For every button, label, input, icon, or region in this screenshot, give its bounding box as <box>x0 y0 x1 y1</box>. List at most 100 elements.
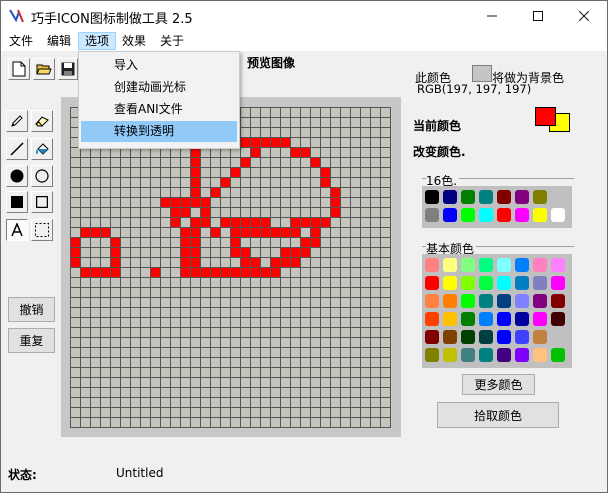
basic-color-swatch[interactable] <box>461 258 475 272</box>
painted-pixel <box>240 267 250 277</box>
basic-color-swatch[interactable] <box>443 276 457 290</box>
palette16-swatch[interactable] <box>443 208 457 222</box>
menu-item-convert-transparent[interactable]: 转换到透明 <box>81 121 237 142</box>
basic-color-swatch[interactable] <box>533 276 547 290</box>
basic-color-swatch[interactable] <box>479 276 493 290</box>
basic-color-swatch[interactable] <box>425 294 439 308</box>
basic-color-swatch[interactable] <box>533 294 547 308</box>
basic-color-swatch[interactable] <box>497 348 511 362</box>
basic-color-swatch[interactable] <box>533 312 547 326</box>
painted-pixel <box>80 267 90 277</box>
basic-color-swatch[interactable] <box>497 330 511 344</box>
palette16-swatch[interactable] <box>533 190 547 204</box>
basic-color-swatch[interactable] <box>479 348 493 362</box>
basic-color-swatch[interactable] <box>515 312 529 326</box>
palette16-swatch[interactable] <box>533 208 547 222</box>
basic-color-swatch[interactable] <box>551 294 565 308</box>
open-button[interactable] <box>33 58 55 80</box>
menu-effects[interactable]: 效果 <box>116 32 152 50</box>
palette16-swatch[interactable] <box>551 190 565 204</box>
basic-color-swatch[interactable] <box>515 330 529 344</box>
save-button[interactable] <box>58 58 78 80</box>
maximize-button[interactable] <box>515 1 561 31</box>
basic-color-swatch[interactable] <box>443 348 457 362</box>
basic-color-swatch[interactable] <box>515 294 529 308</box>
palette16-swatch[interactable] <box>479 190 493 204</box>
basic-color-swatch[interactable] <box>515 258 529 272</box>
basic-color-swatch[interactable] <box>515 348 529 362</box>
tool-rect[interactable] <box>31 191 53 213</box>
basic-color-swatch[interactable] <box>533 330 547 344</box>
palette16-swatch[interactable] <box>479 208 493 222</box>
basic-color-swatch[interactable] <box>461 348 475 362</box>
basic-color-swatch[interactable] <box>443 258 457 272</box>
tool-line[interactable] <box>6 138 28 160</box>
basic-color-swatch[interactable] <box>461 330 475 344</box>
new-button[interactable] <box>8 58 30 80</box>
tool-pencil[interactable] <box>6 110 28 132</box>
palette16-swatch[interactable] <box>497 208 511 222</box>
basic-color-swatch[interactable] <box>479 330 493 344</box>
tool-ellipse[interactable] <box>31 165 53 187</box>
basic-color-swatch[interactable] <box>461 294 475 308</box>
tool-text[interactable] <box>6 219 28 241</box>
menu-edit[interactable]: 编辑 <box>41 32 77 50</box>
painted-pixel <box>280 227 290 237</box>
menu-item-view-ani[interactable]: 查看ANI文件 <box>81 99 237 120</box>
basic-color-swatch[interactable] <box>551 348 565 362</box>
pixel-canvas[interactable] <box>70 107 391 428</box>
basic-color-swatch[interactable] <box>425 330 439 344</box>
palette16-swatch[interactable] <box>461 190 475 204</box>
basic-color-swatch[interactable] <box>497 276 511 290</box>
basic-color-swatch[interactable] <box>497 294 511 308</box>
basic-color-swatch[interactable] <box>551 330 565 344</box>
pick-color-button[interactable]: 拾取颜色 <box>437 402 559 428</box>
palette16-swatch[interactable] <box>551 208 565 222</box>
palette16-swatch[interactable] <box>443 190 457 204</box>
tool-fill[interactable] <box>31 138 53 160</box>
palette16-swatch[interactable] <box>425 208 439 222</box>
basic-color-swatch[interactable] <box>479 258 493 272</box>
basic-color-swatch[interactable] <box>425 258 439 272</box>
menu-about[interactable]: 关于 <box>154 32 190 50</box>
menu-item-import[interactable]: 导入 <box>81 55 237 76</box>
painted-pixel <box>90 227 100 237</box>
basic-color-swatch[interactable] <box>497 312 511 326</box>
basic-color-swatch[interactable] <box>551 276 565 290</box>
more-colors-button[interactable]: 更多颜色 <box>462 374 535 395</box>
palette16-swatch[interactable] <box>461 208 475 222</box>
menu-item-create-animated-cursor[interactable]: 创建动画光标 <box>81 77 237 98</box>
redo-button[interactable]: 重复 <box>8 328 55 353</box>
basic-color-swatch[interactable] <box>443 294 457 308</box>
palette16-swatch[interactable] <box>515 208 529 222</box>
basic-color-swatch[interactable] <box>425 312 439 326</box>
minimize-button[interactable] <box>469 1 515 31</box>
basic-color-swatch[interactable] <box>479 294 493 308</box>
basic-color-swatch[interactable] <box>533 258 547 272</box>
basic-color-swatch[interactable] <box>551 258 565 272</box>
palette16-swatch[interactable] <box>497 190 511 204</box>
foreground-color-swatch[interactable] <box>535 107 556 126</box>
basic-color-swatch[interactable] <box>533 348 547 362</box>
basic-color-swatch[interactable] <box>461 312 475 326</box>
palette16-swatch[interactable] <box>425 190 439 204</box>
menu-file[interactable]: 文件 <box>3 32 39 50</box>
close-button[interactable] <box>561 1 607 31</box>
menu-options[interactable]: 选项 <box>78 32 117 50</box>
tool-filled-rect[interactable] <box>6 191 28 213</box>
basic-color-swatch[interactable] <box>443 312 457 326</box>
undo-button[interactable]: 撤销 <box>8 297 55 322</box>
tool-filled-ellipse[interactable] <box>6 165 28 187</box>
basic-color-swatch[interactable] <box>443 330 457 344</box>
basic-color-swatch[interactable] <box>425 348 439 362</box>
basic-color-swatch[interactable] <box>497 258 511 272</box>
basic-color-swatch[interactable] <box>515 276 529 290</box>
palette16-swatch[interactable] <box>515 190 529 204</box>
basic-color-swatch[interactable] <box>461 276 475 290</box>
tool-eraser[interactable] <box>31 110 53 132</box>
painted-pixel <box>320 167 330 177</box>
basic-color-swatch[interactable] <box>479 312 493 326</box>
basic-color-swatch[interactable] <box>551 312 565 326</box>
tool-select[interactable] <box>31 219 53 241</box>
basic-color-swatch[interactable] <box>425 276 439 290</box>
